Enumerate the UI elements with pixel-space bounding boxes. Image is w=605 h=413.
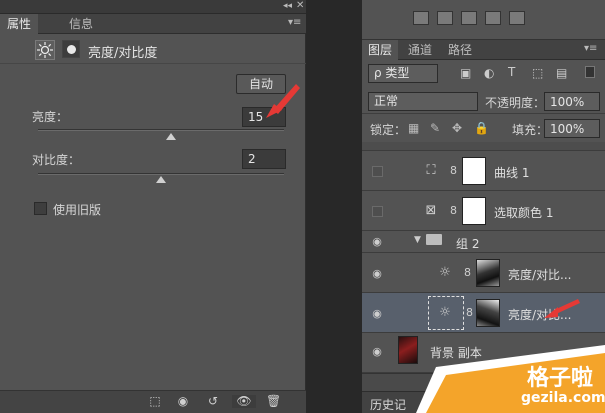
adjustment-curves-icon[interactable] xyxy=(413,11,429,25)
contrast-slider-thumb[interactable] xyxy=(156,176,166,183)
filter-toggle-icon[interactable] xyxy=(585,66,595,78)
filter-type-icon[interactable]: T xyxy=(508,65,515,79)
brightness-label: 亮度： xyxy=(32,110,69,124)
layer-mask-thumbnail xyxy=(462,157,486,185)
delete-icon[interactable]: 🗑 xyxy=(266,395,281,408)
contrast-label: 对比度： xyxy=(32,153,81,167)
legacy-label: 使用旧版 xyxy=(53,203,102,217)
brightness-slider-thumb[interactable] xyxy=(166,133,176,140)
folder-icon xyxy=(426,234,442,245)
brightness-layer-icon: ☼ xyxy=(439,305,451,320)
lock-label: 锁定： xyxy=(370,123,407,137)
collapse-icon[interactable]: ◂◂ xyxy=(283,1,292,11)
adjustment-mixer-icon[interactable] xyxy=(485,11,501,25)
tab-properties[interactable]: 属性 xyxy=(0,14,39,34)
link-icon: 8 xyxy=(450,164,457,177)
tab-history[interactable]: 历史记 xyxy=(370,396,406,413)
header-title: 亮度/对比度 xyxy=(88,46,158,61)
adjustment-gradient-icon[interactable] xyxy=(437,11,453,25)
lock-pixels-icon[interactable]: ▦ xyxy=(408,121,419,135)
blend-mode-select[interactable]: 正常 xyxy=(368,92,478,111)
lock-move-icon[interactable]: ✥ xyxy=(452,121,462,135)
annotation-arrow-brightness xyxy=(266,84,300,118)
eye-icon[interactable]: ◉ xyxy=(370,236,384,248)
visibility-empty-box[interactable] xyxy=(372,206,383,217)
group-name: 组 2 xyxy=(456,237,480,251)
curves-adjustment-icon: ⛶ xyxy=(426,163,436,178)
tab-paths[interactable]: 路径 xyxy=(442,40,478,60)
contrast-slider-track[interactable] xyxy=(38,173,284,175)
filter-shape-icon[interactable]: ⬚ xyxy=(532,66,543,80)
clip-to-layer-icon[interactable]: ⬚ xyxy=(148,395,162,408)
layer-mask-thumbnail xyxy=(476,299,500,327)
tab-info[interactable]: 信息 xyxy=(62,14,100,34)
layer-name: 亮度/对比... xyxy=(508,268,572,282)
tab-layers[interactable]: 图层 xyxy=(362,40,399,60)
layer-row-group[interactable] xyxy=(362,231,605,253)
visibility-toggle-icon[interactable]: 👁 xyxy=(232,395,256,408)
filter-adjustment-icon[interactable]: ◐ xyxy=(484,66,494,80)
opacity-field[interactable]: 100% xyxy=(544,92,600,111)
selective-color-icon: ⊠ xyxy=(425,203,437,218)
fill-label: 填充： xyxy=(512,123,549,137)
layers-tabbar: 图层 通道 路径 ▾≡ xyxy=(362,40,605,60)
eye-icon[interactable]: ◉ xyxy=(370,308,384,320)
fill-field[interactable]: 100% xyxy=(544,119,600,138)
opacity-label: 不透明度： xyxy=(485,96,546,110)
layers-menu-icon[interactable]: ▾≡ xyxy=(584,43,597,54)
brightness-adjustment-icon[interactable] xyxy=(35,40,55,60)
adjustments-icon-bar xyxy=(362,0,605,40)
layers-list-top-edge xyxy=(362,142,605,151)
layer-mask-thumbnail xyxy=(462,197,486,225)
link-icon: 8 xyxy=(466,306,473,319)
watermark-text-cn: 格子啦 xyxy=(527,366,594,391)
layer-name: 选取颜色 1 xyxy=(494,206,554,220)
properties-tabbar: 属性 信息 ▾≡ xyxy=(0,14,306,34)
reset-icon[interactable]: ↺ xyxy=(206,395,220,408)
panel-menu-icon[interactable]: ▾≡ xyxy=(288,17,301,28)
lock-all-icon[interactable]: 🔒 xyxy=(474,121,489,135)
adjustment-exposure-icon[interactable] xyxy=(461,11,477,25)
link-icon: 8 xyxy=(464,266,471,279)
eye-icon[interactable]: ◉ xyxy=(370,346,384,358)
layer-thumbnail xyxy=(398,336,418,364)
contrast-value-field[interactable]: 2 xyxy=(242,149,286,169)
layer-name: 曲线 1 xyxy=(494,166,530,180)
mask-icon[interactable] xyxy=(62,40,80,58)
annotation-arrow-layer xyxy=(544,299,580,318)
brightness-slider-track[interactable] xyxy=(38,129,284,131)
lock-paint-icon[interactable]: ✎ xyxy=(430,121,440,135)
properties-panel: ◂◂ ✕ 属性 信息 ▾≡ 亮度/对比度 自动 亮度： 15 对比度： 2 使用… xyxy=(0,0,306,413)
close-icon[interactable]: ✕ xyxy=(296,0,304,11)
link-icon: 8 xyxy=(450,204,457,217)
expand-arrow-icon[interactable]: ▼ xyxy=(414,235,421,245)
layer-filter-select[interactable]: ρ 类型 xyxy=(368,64,438,83)
panel-top-strip: ◂◂ ✕ xyxy=(0,0,306,14)
workspace-gap xyxy=(306,0,362,413)
brightness-layer-icon: ☼ xyxy=(439,265,451,280)
view-previous-icon[interactable]: ◉ xyxy=(176,395,190,408)
tab-channels[interactable]: 通道 xyxy=(402,40,438,60)
visibility-empty-box[interactable] xyxy=(372,166,383,177)
eye-icon[interactable]: ◉ xyxy=(370,268,384,280)
legacy-checkbox[interactable] xyxy=(34,202,47,215)
filter-smart-icon[interactable]: ▤ xyxy=(556,66,567,80)
watermark-text-en: gezila.com xyxy=(521,390,605,406)
adjustment-threshold-icon[interactable] xyxy=(509,11,525,25)
filter-image-icon[interactable]: ▣ xyxy=(460,66,471,80)
layer-mask-thumbnail xyxy=(476,259,500,287)
